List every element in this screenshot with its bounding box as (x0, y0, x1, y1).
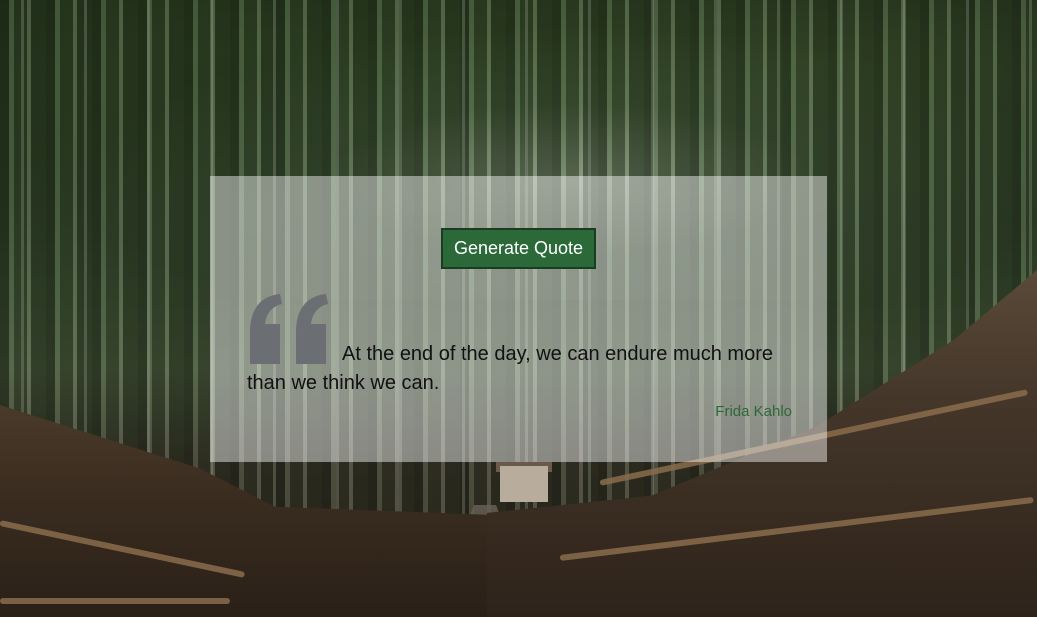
hut (500, 466, 548, 502)
fence-rail (0, 598, 230, 604)
quote-text: At the end of the day, we can endure muc… (247, 343, 773, 394)
generate-quote-button[interactable]: Generate Quote (441, 228, 596, 269)
page: Generate Quote At the end of the day, we… (0, 0, 1037, 617)
quote-author: Frida Kahlo (715, 403, 792, 420)
